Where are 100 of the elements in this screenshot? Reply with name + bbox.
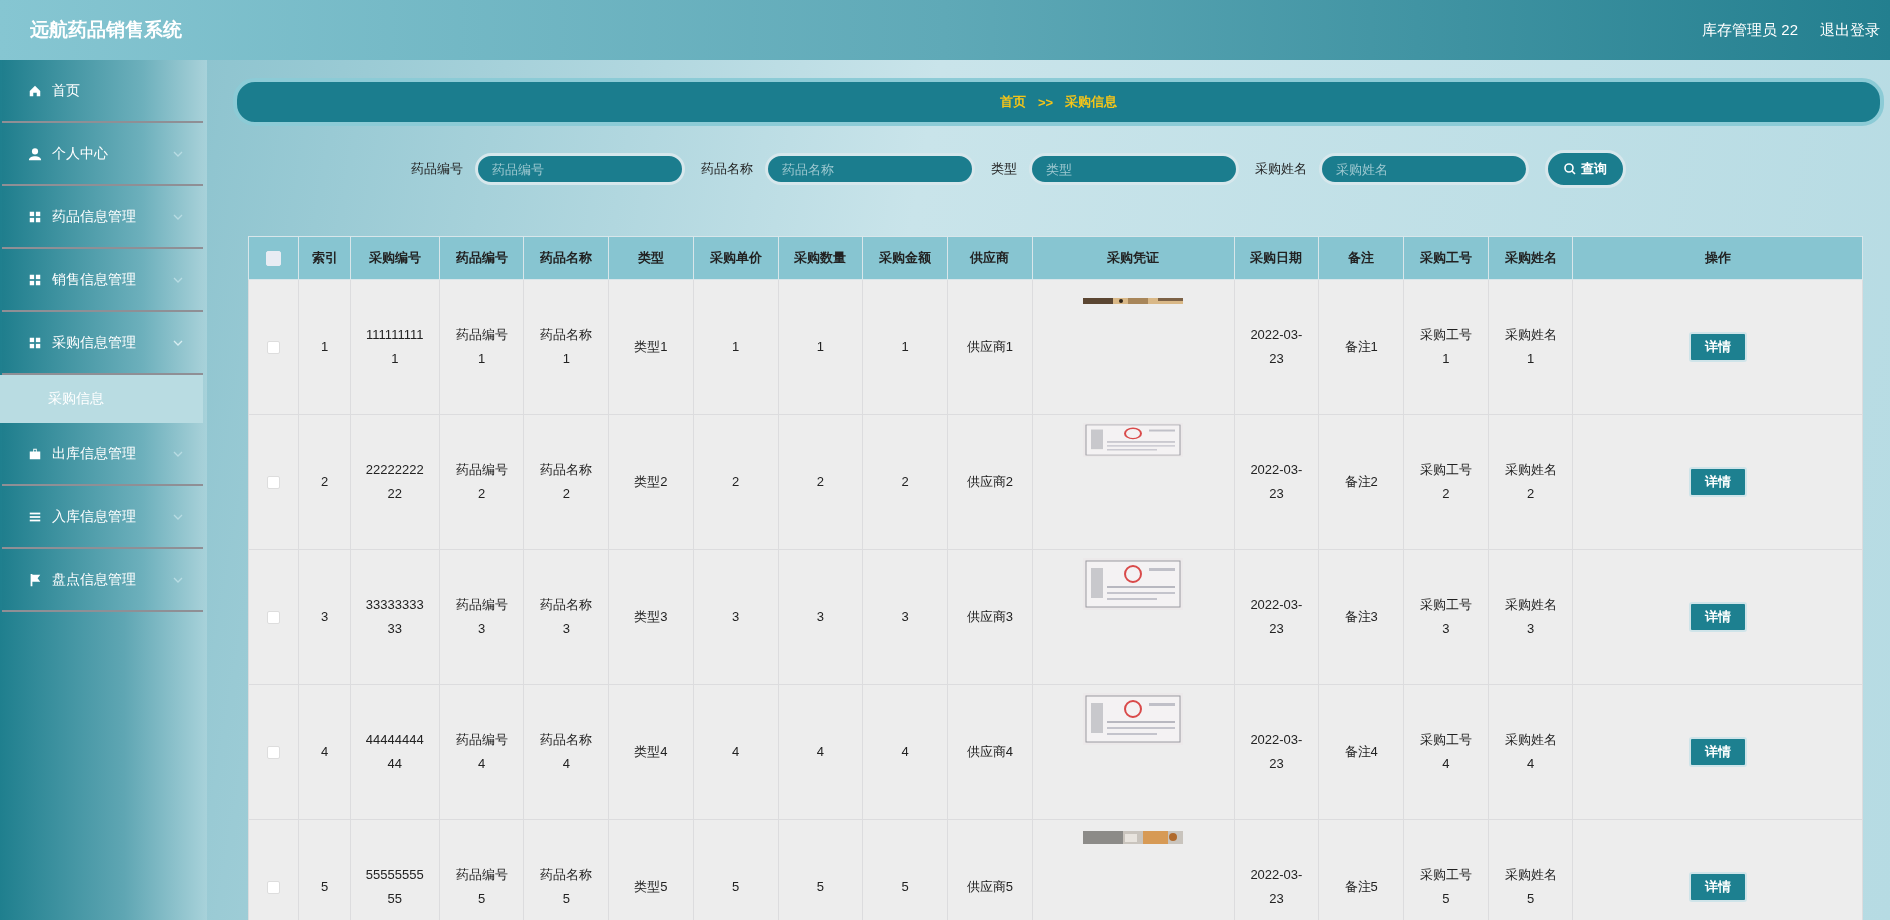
row-checkbox[interactable]: [267, 341, 281, 355]
table-cell: 1111111111: [366, 327, 424, 366]
table-cell: 药品编号2: [455, 462, 508, 501]
chevron-icon: [173, 276, 183, 283]
table-cell: 采购姓名1: [1504, 327, 1557, 366]
field-label: 类型: [991, 160, 1017, 178]
table-cell: 4444444444: [365, 732, 424, 771]
column-header: 采购单价: [709, 250, 762, 265]
table-cell: 3: [321, 609, 329, 624]
breadcrumb-link[interactable]: 首页: [999, 93, 1026, 111]
breadcrumb-link[interactable]: 采购信息: [1065, 93, 1118, 111]
column-header: 备注: [1348, 250, 1375, 265]
table-cell: 5555555555: [365, 867, 424, 906]
table-cell: 药品编号3: [455, 597, 508, 636]
search-icon: [1564, 163, 1576, 175]
table-cell: 供应商2: [966, 474, 1014, 489]
user-name: 库存管理员 22: [1702, 20, 1798, 40]
table-cell: 5: [816, 879, 825, 894]
table-cell: 药品编号4: [455, 732, 508, 771]
details-button[interactable]: 详情: [1688, 602, 1747, 632]
table-cell: 供应商3: [966, 609, 1014, 624]
table-cell: 备注1: [1344, 339, 1378, 354]
column-header: 药品名称: [540, 250, 593, 265]
chevron-icon: [173, 339, 183, 346]
table-cell: 采购工号3: [1419, 597, 1472, 636]
select-all-checkbox[interactable]: [266, 251, 282, 267]
search-field[interactable]: 药品名称: [765, 153, 975, 185]
details-button[interactable]: 详情: [1688, 467, 1747, 497]
row-checkbox[interactable]: [267, 611, 281, 625]
table-cell: 3333333333: [365, 597, 424, 636]
sidebar-item[interactable]: 入库信息管理: [2, 486, 203, 549]
sidebar-item[interactable]: 出库信息管理: [2, 423, 203, 486]
table-cell: 采购姓名5: [1504, 867, 1557, 906]
briefcase-icon: [28, 446, 42, 461]
table-cell: 备注4: [1344, 744, 1378, 759]
field-label: 药品编号: [411, 160, 463, 178]
column-header: 采购编号: [368, 250, 421, 265]
column-header: 采购工号: [1419, 250, 1472, 265]
sidebar-item[interactable]: 药品信息管理: [2, 186, 203, 249]
chevron-icon: [173, 513, 183, 520]
search-button[interactable]: 查询: [1545, 150, 1626, 188]
column-header: 采购日期: [1250, 250, 1303, 265]
table-cell: 供应商5: [966, 879, 1014, 894]
table-cell: 采购工号4: [1419, 732, 1472, 771]
column-header: 采购数量: [794, 250, 847, 265]
column-header: 操作: [1704, 250, 1731, 265]
table-cell: 药品名称3: [540, 597, 593, 636]
table-cell: 2: [816, 474, 825, 489]
table-cell: 2222222222: [365, 462, 424, 501]
details-button[interactable]: 详情: [1688, 737, 1747, 767]
table-cell: 采购工号2: [1419, 462, 1472, 501]
search-field[interactable]: 采购姓名: [1319, 153, 1529, 185]
sidebar-item[interactable]: 采购信息管理: [2, 312, 203, 375]
sidebar-item[interactable]: 盘点信息管理: [2, 549, 203, 612]
table-cell: 2022-03-23: [1250, 327, 1303, 366]
search-field[interactable]: 药品编号: [475, 153, 685, 185]
column-header: 索引: [311, 250, 338, 265]
sidebar-item[interactable]: 销售信息管理: [2, 249, 203, 312]
table-cell: 3: [901, 609, 909, 624]
details-button[interactable]: 详情: [1688, 332, 1747, 362]
details-button[interactable]: 详情: [1688, 872, 1747, 902]
chevron-icon: [173, 450, 183, 457]
table-cell: 药品名称2: [540, 462, 593, 501]
table-cell: 2: [321, 474, 329, 489]
table-cell: 供应商1: [966, 339, 1014, 354]
row-checkbox[interactable]: [267, 476, 281, 490]
column-header: 类型: [637, 250, 664, 265]
flag-icon: [28, 572, 42, 587]
row-checkbox[interactable]: [267, 746, 281, 760]
table-cell: 2022-03-23: [1250, 732, 1303, 771]
table-cell: 4: [901, 744, 909, 759]
table-cell: 备注3: [1344, 609, 1378, 624]
breadcrumb-separator: >>: [1037, 94, 1054, 110]
table-cell: 备注5: [1344, 879, 1378, 894]
sidebar-item[interactable]: 首页: [2, 60, 203, 123]
table-cell: 2022-03-23: [1250, 462, 1303, 501]
column-header: 采购姓名: [1504, 250, 1557, 265]
table-cell: 类型4: [634, 744, 668, 759]
field-label: 药品名称: [701, 160, 753, 178]
table-cell: 1: [816, 339, 825, 354]
table-cell: 5: [732, 879, 740, 894]
grid-icon: [28, 209, 42, 224]
row-checkbox[interactable]: [267, 881, 281, 895]
user-icon: [28, 146, 42, 161]
table-cell: 2022-03-23: [1250, 597, 1303, 636]
table-cell: 类型2: [634, 474, 668, 489]
table-cell: 2: [901, 474, 909, 489]
grid-icon: [28, 335, 42, 350]
grid-icon: [28, 272, 42, 287]
table-cell: 采购工号5: [1419, 867, 1472, 906]
field-label: 采购姓名: [1255, 160, 1307, 178]
column-header: 采购金额: [879, 250, 932, 265]
logout-link[interactable]: 退出登录: [1820, 20, 1880, 40]
table-cell: 1: [321, 339, 329, 354]
sidebar-item[interactable]: 个人中心: [2, 123, 203, 186]
search-field[interactable]: 类型: [1029, 153, 1239, 185]
table-cell: 类型5: [634, 879, 668, 894]
table-cell: 1: [901, 339, 909, 354]
table-cell: 采购姓名2: [1504, 462, 1557, 501]
column-header: 药品编号: [455, 250, 508, 265]
